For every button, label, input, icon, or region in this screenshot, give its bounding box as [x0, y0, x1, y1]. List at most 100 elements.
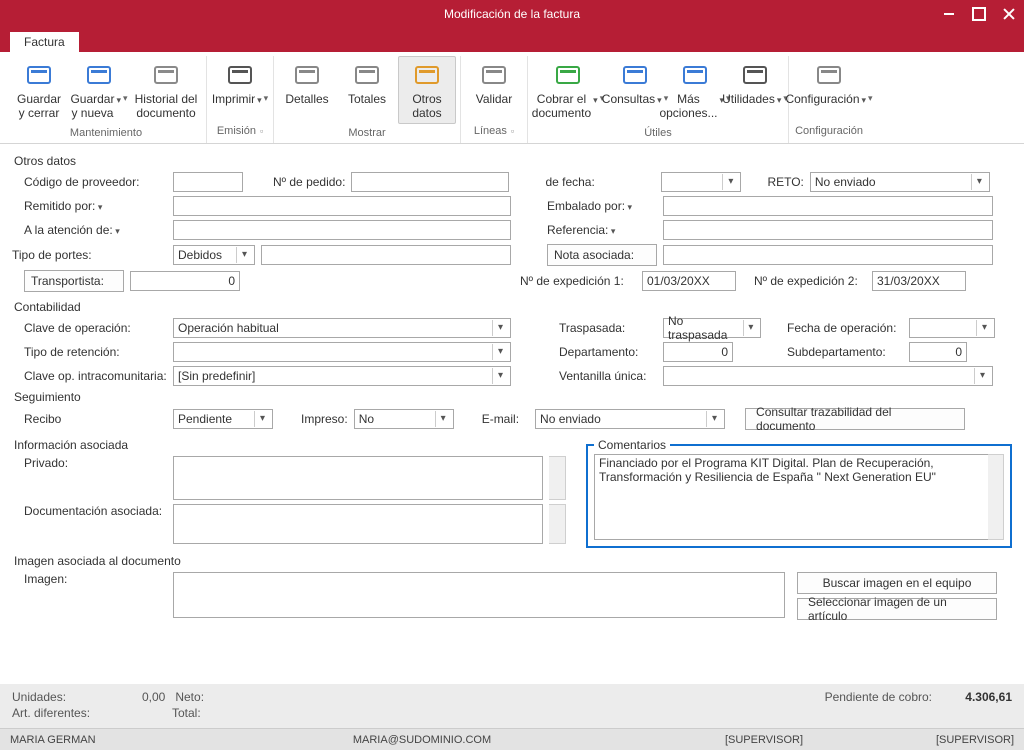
maximize-button[interactable] — [964, 0, 994, 28]
button-seleccionar-imagen[interactable]: Seleccionar imagen de un artículo — [797, 598, 997, 620]
button-transportista[interactable]: Transportista: — [24, 270, 124, 292]
footer-summary: Unidades: 0,00 Neto: Pendiente de cobro:… — [0, 684, 1024, 728]
input-portes-extra[interactable] — [261, 245, 511, 265]
label-doc-asociada: Documentación asociada: — [12, 504, 167, 518]
ribbon-details-button[interactable]: Detalles — [278, 56, 336, 124]
button-consultar-trazabilidad[interactable]: Consultar trazabilidad del documento — [745, 408, 965, 430]
input-codigo-proveedor[interactable] — [173, 172, 243, 192]
input-remitido[interactable] — [173, 196, 511, 216]
ribbon-config-button[interactable]: Configuración — [793, 56, 865, 122]
label-departamento: Departamento: — [559, 345, 657, 359]
select-reto[interactable]: No enviado▾ — [810, 172, 990, 192]
chevron-down-icon: ▾ — [492, 368, 508, 384]
ribbon-print-button[interactable]: Imprimir — [211, 56, 269, 122]
input-departamento[interactable] — [663, 342, 733, 362]
ribbon-group: ImprimirEmisión▫ — [207, 56, 274, 143]
select-ventanilla[interactable]: ▾ — [663, 366, 993, 386]
label-atencion[interactable]: A la atención de: — [12, 223, 167, 237]
ribbon-group: Cobrar el documentoConsultasMás opciones… — [528, 56, 789, 143]
label-neto: Neto: — [175, 690, 204, 704]
input-referencia[interactable] — [663, 220, 993, 240]
ribbon-group: ConfiguraciónConfiguración — [789, 56, 869, 143]
label-art-diferentes: Art. diferentes: — [12, 706, 172, 720]
select-tipo-retencion[interactable]: ▾ — [173, 342, 511, 362]
select-impreso[interactable]: No▾ — [354, 409, 454, 429]
chevron-down-icon: ▾ — [435, 411, 451, 427]
button-nota-asociada[interactable]: Nota asociada: — [547, 244, 657, 266]
select-clave-intracom[interactable]: [Sin predefinir]▾ — [173, 366, 511, 386]
input-embalado[interactable] — [663, 196, 993, 216]
select-email[interactable]: No enviado▾ — [535, 409, 725, 429]
fieldset-comentarios: Comentarios — [586, 438, 1012, 548]
ribbon-group-title: Emisión▫ — [217, 122, 263, 141]
ribbon-queries-button[interactable]: Consultas — [606, 56, 664, 124]
dialog-launcher-icon[interactable]: ▫ — [260, 126, 263, 136]
status-user: MARIA GERMAN — [10, 734, 150, 746]
label-traspasada: Traspasada: — [559, 321, 657, 335]
select-recibo[interactable]: Pendiente▾ — [173, 409, 273, 429]
ribbon-more-button[interactable]: Más opciones... — [666, 56, 724, 124]
textarea-doc-asociada[interactable] — [173, 504, 543, 544]
ribbon-save-close-button[interactable]: Guardar y cerrar — [10, 56, 68, 124]
input-expedicion-1[interactable] — [642, 271, 736, 291]
textarea-privado[interactable] — [173, 456, 543, 500]
input-nota[interactable] — [663, 245, 993, 265]
status-bar: MARIA GERMAN MARIA@SUDOMINIO.COM [SUPERV… — [0, 728, 1024, 750]
label-tipo-portes: Tipo de portes: — [12, 248, 167, 262]
dialog-launcher-icon[interactable]: ▫ — [511, 126, 514, 136]
ribbon-totals-button[interactable]: Totales — [338, 56, 396, 124]
scrollbar[interactable] — [549, 456, 566, 500]
input-atencion[interactable] — [173, 220, 511, 240]
ribbon-group-title: Configuración — [795, 122, 863, 141]
close-button[interactable] — [994, 0, 1024, 28]
select-traspasada[interactable]: No traspasada▾ — [663, 318, 761, 338]
ribbon-group-title: Útiles — [644, 124, 672, 143]
select-de-fecha[interactable]: ▾ — [661, 172, 741, 192]
chevron-down-icon: ▾ — [976, 320, 992, 336]
details-icon — [291, 61, 323, 91]
ribbon-history-button[interactable]: Historial del documento — [130, 56, 202, 124]
scrollbar[interactable] — [549, 504, 566, 544]
ribbon-group: Guardar y cerrarGuardar y nuevaHistorial… — [6, 56, 207, 143]
label-email: E-mail: — [482, 412, 519, 426]
history-icon — [150, 61, 182, 91]
ribbon-collect-button[interactable]: Cobrar el documento — [532, 56, 604, 124]
ribbon-group-title: Mostrar — [348, 124, 385, 143]
ribbon-utilities-button[interactable]: Utilidades — [726, 56, 784, 124]
ribbon-validate-button[interactable]: Validar — [465, 56, 523, 122]
ribbon-group: DetallesTotalesOtros datos Mostrar — [274, 56, 461, 143]
ribbon-save-new-button[interactable]: Guardar y nueva — [70, 56, 128, 124]
label-referencia[interactable]: Referencia: — [547, 223, 657, 237]
textarea-comentarios[interactable] — [594, 454, 988, 540]
label-imagen: Imagen: — [12, 572, 167, 586]
chevron-down-icon: ▾ — [254, 411, 270, 427]
chevron-down-icon: ▾ — [722, 174, 738, 190]
label-remitido[interactable]: Remitido por: — [12, 199, 167, 213]
config-icon — [813, 61, 845, 91]
select-tipo-portes[interactable]: Debidos▾ — [173, 245, 255, 265]
input-transportista[interactable] — [130, 271, 240, 291]
ribbon-group-title: Líneas▫ — [474, 122, 514, 141]
select-clave-operacion[interactable]: Operación habitual▾ — [173, 318, 511, 338]
label-embalado[interactable]: Embalado por: — [547, 199, 657, 213]
utilities-icon — [739, 61, 771, 91]
section-title-info: Información asociada — [14, 438, 572, 452]
button-buscar-imagen[interactable]: Buscar imagen en el equipo — [797, 572, 997, 594]
chevron-down-icon: ▾ — [492, 344, 508, 360]
section-title-seguimiento: Seguimiento — [14, 390, 1012, 404]
minimize-button[interactable] — [934, 0, 964, 28]
input-n-pedido[interactable] — [351, 172, 509, 192]
save-close-icon — [23, 61, 55, 91]
ribbon-other-data-button[interactable]: Otros datos — [398, 56, 456, 124]
input-expedicion-2[interactable] — [872, 271, 966, 291]
ribbon-group: ValidarLíneas▫ — [461, 56, 528, 143]
label-de-fecha: de fecha: — [545, 175, 655, 189]
input-subdepartamento[interactable] — [909, 342, 967, 362]
tab-factura[interactable]: Factura — [10, 32, 79, 52]
label-expedicion-1: Nº de expedición 1: — [520, 274, 636, 288]
label-total: Total: — [172, 706, 732, 720]
select-fecha-operacion[interactable]: ▾ — [909, 318, 995, 338]
image-preview — [173, 572, 785, 618]
scrollbar[interactable] — [988, 454, 1004, 540]
label-codigo-proveedor: Código de proveedor: — [12, 175, 167, 189]
